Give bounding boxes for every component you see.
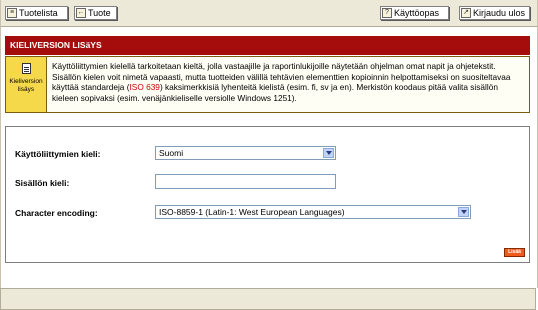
back-arrow-icon: ← — [76, 8, 86, 18]
info-box: Kieliversion lisäys Käyttöliittymien kie… — [5, 56, 530, 113]
logout-icon: ↗ — [461, 8, 471, 18]
bottom-bar — [0, 288, 536, 310]
add-button-label: Lisää — [508, 249, 521, 255]
encoding-label: Character encoding: — [15, 208, 98, 218]
logout-label: Kirjaudu ulos — [473, 8, 526, 18]
document-icon — [21, 63, 31, 74]
help-icon: ? — [382, 8, 392, 18]
user-guide-button[interactable]: ? Käyttöopas — [380, 6, 449, 20]
user-guide-label: Käyttöopas — [394, 8, 440, 18]
product-label: Tuote — [88, 8, 111, 18]
info-side-panel: Kieliversion lisäys — [6, 57, 47, 112]
info-text: Käyttöliittymien kielellä tarkoitetaan k… — [52, 61, 526, 103]
product-list-label: Tuotelista — [19, 8, 58, 18]
ui-language-label: Käyttöliittymien kieli: — [15, 149, 101, 159]
info-side-label: Kieliversion lisäys — [9, 78, 43, 93]
encoding-value: ISO-8859-1 (Latin-1: West European Langu… — [159, 207, 345, 217]
top-toolbar: ≡ Tuotelista ← Tuote ? Käyttöopas ↗ Kirj… — [0, 0, 538, 27]
encoding-select[interactable]: ISO-8859-1 (Latin-1: West European Langu… — [155, 205, 471, 219]
content-language-label: Sisällön kieli: — [15, 178, 70, 188]
product-button[interactable]: ← Tuote — [74, 6, 117, 20]
ui-language-select[interactable]: Suomi — [155, 146, 336, 160]
content-language-input[interactable] — [155, 174, 336, 189]
product-list-icon: ≡ — [7, 8, 17, 18]
logout-button[interactable]: ↗ Kirjaudu ulos — [459, 6, 530, 20]
section-title: KIELIVERSION LISäYS — [10, 40, 102, 50]
chevron-down-icon[interactable] — [458, 207, 469, 217]
add-button[interactable]: Lisää — [504, 248, 525, 257]
language-form: Käyttöliittymien kieli: Suomi Sisällön k… — [5, 126, 530, 263]
section-header: KIELIVERSION LISäYS — [5, 36, 530, 55]
product-list-button[interactable]: ≡ Tuotelista — [5, 6, 68, 20]
chevron-down-icon[interactable] — [323, 148, 334, 158]
iso-639-link[interactable]: ISO 639 — [129, 82, 159, 92]
ui-language-value: Suomi — [159, 148, 184, 158]
